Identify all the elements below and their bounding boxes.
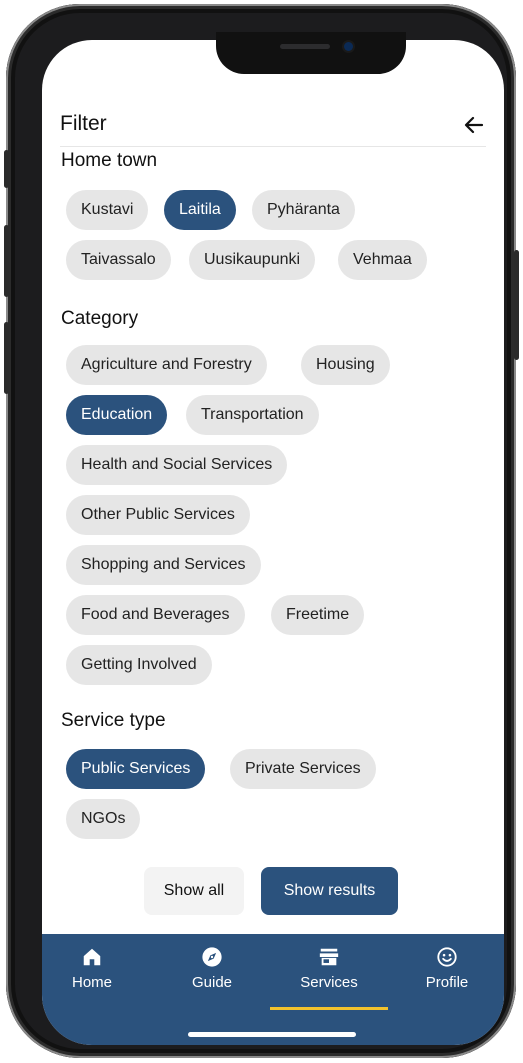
show-results-button[interactable]: Show results xyxy=(261,867,398,915)
chip-getting-involved[interactable]: Getting Involved xyxy=(66,645,212,685)
speaker-grille xyxy=(280,44,330,49)
nav-services[interactable]: Services xyxy=(279,946,379,1006)
arrow-left-icon[interactable] xyxy=(462,113,486,137)
volume-up-button xyxy=(4,225,9,297)
compass-icon xyxy=(202,947,222,967)
chip-kustavi[interactable]: Kustavi xyxy=(66,190,149,230)
filter-header: Filter xyxy=(60,108,486,147)
chip-transportation[interactable]: Transportation xyxy=(186,395,319,435)
chip-public-services[interactable]: Public Services xyxy=(66,749,206,789)
service-type-title: Service type xyxy=(61,710,166,731)
nav-label-guide: Guide xyxy=(191,974,233,991)
active-tab-indicator xyxy=(270,1007,388,1010)
category-title: Category xyxy=(61,308,139,329)
chip-food-and-beverages[interactable]: Food and Beverages xyxy=(66,595,245,635)
chip-private-services[interactable]: Private Services xyxy=(230,749,376,789)
bottom-nav: Home Guide Services Profile xyxy=(42,934,504,1045)
chip-freetime[interactable]: Freetime xyxy=(271,595,365,635)
nav-label-profile: Profile xyxy=(425,974,469,991)
chip-uusikaupunki[interactable]: Uusikaupunki xyxy=(189,240,316,280)
mute-switch xyxy=(4,150,9,188)
chip-ngos[interactable]: NGOs xyxy=(66,799,141,839)
power-button xyxy=(514,250,519,360)
show-all-button[interactable]: Show all xyxy=(144,867,244,915)
chip-shopping-and-services[interactable]: Shopping and Services xyxy=(66,545,261,585)
page-title: Filter xyxy=(60,112,107,135)
home-indicator[interactable] xyxy=(188,1032,356,1037)
camera-icon xyxy=(344,42,353,51)
chip-laitila[interactable]: Laitila xyxy=(164,190,236,230)
chip-taivassalo[interactable]: Taivassalo xyxy=(66,240,171,280)
store-icon xyxy=(319,948,339,966)
chip-health-and-social-services[interactable]: Health and Social Services xyxy=(66,445,288,485)
home-icon xyxy=(83,948,101,966)
home-town-title: Home town xyxy=(61,150,158,171)
chip-pyharanta[interactable]: Pyhäranta xyxy=(252,190,355,230)
chip-education[interactable]: Education xyxy=(66,395,168,435)
nav-label-home: Home xyxy=(71,974,112,991)
nav-profile[interactable]: Profile xyxy=(397,946,497,1006)
app-screen: Filter Home town Kustavi Laitila Pyhäran… xyxy=(42,40,504,1045)
chip-housing[interactable]: Housing xyxy=(301,345,390,385)
chip-agriculture-and-forestry[interactable]: Agriculture and Forestry xyxy=(66,345,267,385)
smiley-icon xyxy=(437,947,457,967)
chip-other-public-services[interactable]: Other Public Services xyxy=(66,495,250,535)
nav-label-services: Services xyxy=(300,974,358,991)
chip-vehmaa[interactable]: Vehmaa xyxy=(338,240,427,280)
volume-down-button xyxy=(4,322,9,394)
nav-guide[interactable]: Guide xyxy=(162,946,262,1006)
notch xyxy=(216,32,406,74)
nav-home[interactable]: Home xyxy=(42,946,142,1006)
